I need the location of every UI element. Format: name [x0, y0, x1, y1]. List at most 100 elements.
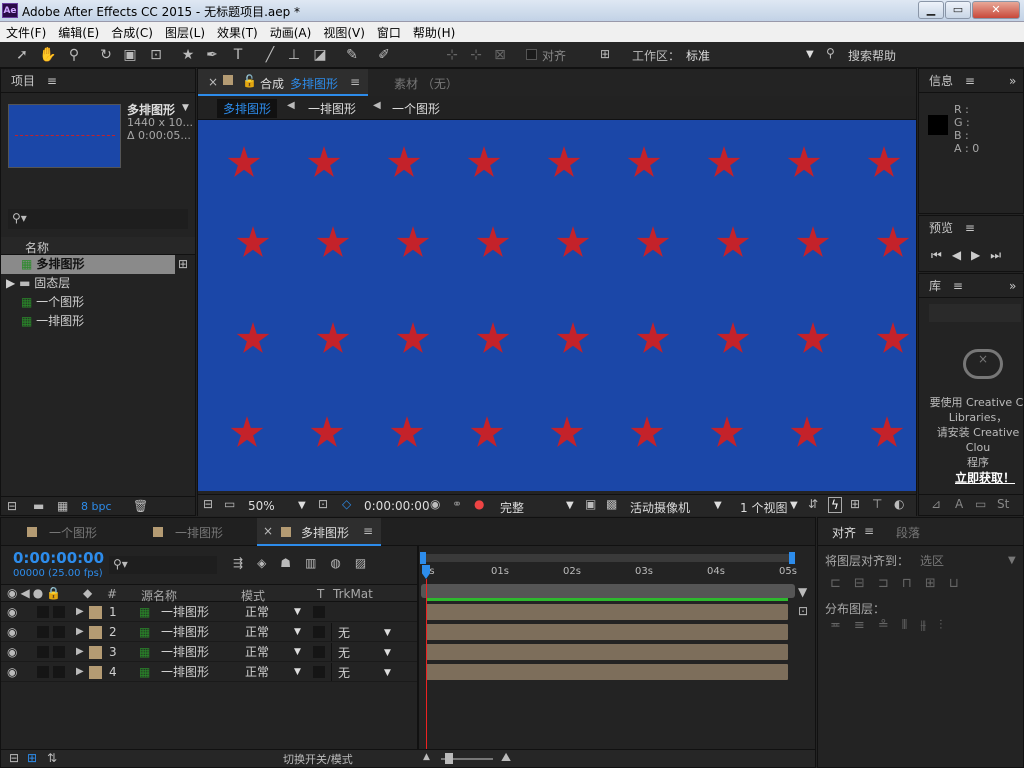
- time-ruler[interactable]: 0s01s02s03s04s05s: [421, 564, 797, 582]
- view-axis-icon[interactable]: ⊠: [490, 45, 510, 65]
- transfer-controls-icon[interactable]: ⊞: [27, 751, 37, 765]
- workspace-select[interactable]: 标准 ▼: [686, 47, 816, 64]
- panel-menu-icon[interactable]: ≡: [864, 524, 874, 538]
- layer-mode-select[interactable]: 正常: [245, 642, 269, 662]
- menu-edit[interactable]: 编辑(E): [52, 22, 105, 41]
- solo-toggle[interactable]: [37, 626, 49, 638]
- menu-window[interactable]: 窗口: [371, 22, 407, 41]
- layer-duration-bar[interactable]: [426, 644, 788, 660]
- selection-tool-icon[interactable]: ➚: [12, 45, 32, 65]
- preserve-transparency-toggle[interactable]: [313, 666, 325, 678]
- close-button[interactable]: ✕: [972, 1, 1020, 19]
- layer-comp-icon[interactable]: ⊡: [798, 604, 808, 618]
- shape-tool-icon[interactable]: ★: [178, 45, 198, 65]
- distribute-top-icon[interactable]: ≖: [830, 618, 854, 633]
- tab-paragraph[interactable]: 段落: [896, 524, 920, 541]
- panel-menu-icon[interactable]: ≡: [350, 75, 360, 89]
- column-name-header[interactable]: 名称: [25, 239, 49, 256]
- maximize-button[interactable]: ▭: [945, 1, 971, 19]
- always-preview-icon[interactable]: ⊟: [203, 497, 213, 511]
- panel-menu-icon[interactable]: ≡: [363, 524, 373, 538]
- menu-help[interactable]: 帮助(H): [407, 22, 461, 41]
- transparency-grid-icon[interactable]: ◇: [342, 497, 351, 511]
- roi-icon[interactable]: ▣: [585, 497, 596, 511]
- menu-view[interactable]: 视图(V): [317, 22, 371, 41]
- text-style-icon[interactable]: A: [955, 497, 963, 511]
- breadcrumb-item[interactable]: 一个图形: [392, 100, 440, 117]
- flowchart-icon[interactable]: ⊞: [178, 257, 188, 271]
- channel-icon[interactable]: ●: [474, 497, 484, 511]
- lock-toggle[interactable]: [53, 626, 65, 638]
- hand-tool-icon[interactable]: ✋: [38, 45, 58, 65]
- exposure-icon[interactable]: ◐: [894, 497, 904, 511]
- close-icon[interactable]: ×: [208, 75, 218, 89]
- expand-arrow-icon[interactable]: ▶: [76, 622, 84, 642]
- resolution-select[interactable]: 完整: [500, 499, 524, 516]
- draft-3d-icon[interactable]: ◈: [257, 556, 280, 570]
- align-right-icon[interactable]: ⊐: [878, 576, 902, 591]
- roto-brush-tool-icon[interactable]: ✎: [342, 45, 362, 65]
- project-panel-title[interactable]: 项目: [11, 74, 35, 88]
- frame-blending-icon[interactable]: ▥: [305, 556, 330, 570]
- menu-effect[interactable]: 效果(T): [211, 22, 264, 41]
- world-axis-icon[interactable]: ⊹: [466, 45, 486, 65]
- column-t-header[interactable]: T: [317, 587, 324, 601]
- region-icon[interactable]: ⊡: [318, 497, 328, 511]
- pan-behind-tool-icon[interactable]: ⊡: [146, 45, 166, 65]
- comp-mini-flowchart-icon[interactable]: ⇶: [233, 556, 257, 570]
- eye-icon[interactable]: ◉: [7, 662, 17, 682]
- column-trkmat-header[interactable]: TrkMat: [333, 587, 373, 601]
- local-axis-icon[interactable]: ⊹: [442, 45, 462, 65]
- distribute-left-icon[interactable]: ⫴: [902, 618, 920, 633]
- camera-tool-icon[interactable]: ▣: [120, 45, 140, 65]
- close-icon[interactable]: ×: [263, 524, 273, 538]
- info-panel-title[interactable]: 信息: [929, 74, 953, 88]
- chevron-down-icon[interactable]: ▼: [182, 103, 189, 113]
- lock-toggle[interactable]: [53, 646, 65, 658]
- get-app-link[interactable]: 立即获取！: [955, 469, 1015, 486]
- tab-timeline[interactable]: 一排图形: [175, 524, 223, 541]
- flowchart-icon[interactable]: ⊤: [872, 497, 882, 511]
- panel-expand-icon[interactable]: »: [1009, 69, 1016, 93]
- zoom-in-icon[interactable]: ⛰: [501, 750, 511, 765]
- distribute-hcenter-icon[interactable]: ⫵: [920, 618, 939, 633]
- preserve-transparency-toggle[interactable]: [313, 626, 325, 638]
- breadcrumb-item[interactable]: 一排图形: [308, 100, 356, 117]
- project-item-row[interactable]: ▦ 一个图形: [1, 293, 84, 312]
- eye-icon[interactable]: ◉: [7, 622, 17, 642]
- preserve-transparency-toggle[interactable]: [313, 606, 325, 618]
- distribute-right-icon[interactable]: ⫶: [939, 618, 955, 633]
- in-out-icon[interactable]: ⇅: [47, 751, 57, 765]
- expand-arrow-icon[interactable]: ▶: [6, 276, 15, 290]
- timeline-search-input[interactable]: ⚲▾: [109, 556, 217, 574]
- panel-menu-icon[interactable]: ≡: [47, 74, 57, 88]
- eye-icon[interactable]: ◉: [7, 642, 17, 662]
- new-folder-icon[interactable]: ▬: [33, 499, 44, 513]
- layer-name[interactable]: 一排图形: [161, 642, 209, 662]
- align-to-select[interactable]: 选区: [920, 552, 944, 569]
- column-hash-header[interactable]: #: [107, 587, 117, 601]
- graph-editor-icon[interactable]: ▨: [355, 556, 380, 570]
- menu-layer[interactable]: 图层(L): [159, 22, 211, 41]
- current-time-display[interactable]: 0:00:00:00: [364, 499, 430, 513]
- expand-arrow-icon[interactable]: ▶: [76, 602, 84, 622]
- menu-composition[interactable]: 合成(C): [105, 22, 159, 41]
- tab-timeline[interactable]: 一个图形: [49, 524, 97, 541]
- monitor-icon[interactable]: ▭: [224, 497, 235, 511]
- align-left-icon[interactable]: ⊏: [830, 576, 854, 591]
- timeline-current-time[interactable]: 0:00:00:00: [13, 549, 104, 567]
- project-search-input[interactable]: ⚲▾: [8, 209, 188, 229]
- expand-arrow-icon[interactable]: ▶: [76, 662, 84, 682]
- preview-panel-title[interactable]: 预览: [929, 221, 953, 235]
- views-select[interactable]: 1 个视图: [740, 499, 787, 516]
- puppet-pin-tool-icon[interactable]: ✐: [374, 45, 394, 65]
- eye-icon[interactable]: ◉: [7, 602, 17, 622]
- clone-stamp-tool-icon[interactable]: ⊥: [284, 45, 304, 65]
- trkmat-select[interactable]: 无 ▼: [331, 663, 397, 681]
- distribute-vcenter-icon[interactable]: ≡: [854, 618, 878, 633]
- align-vcenter-icon[interactable]: ⊞: [925, 576, 949, 591]
- fast-preview-icon[interactable]: ϟ: [828, 497, 842, 513]
- pen-tool-icon[interactable]: ✒: [202, 45, 222, 65]
- zoom-tool-icon[interactable]: ⚲: [64, 45, 84, 65]
- stock-icon[interactable]: St: [997, 497, 1009, 511]
